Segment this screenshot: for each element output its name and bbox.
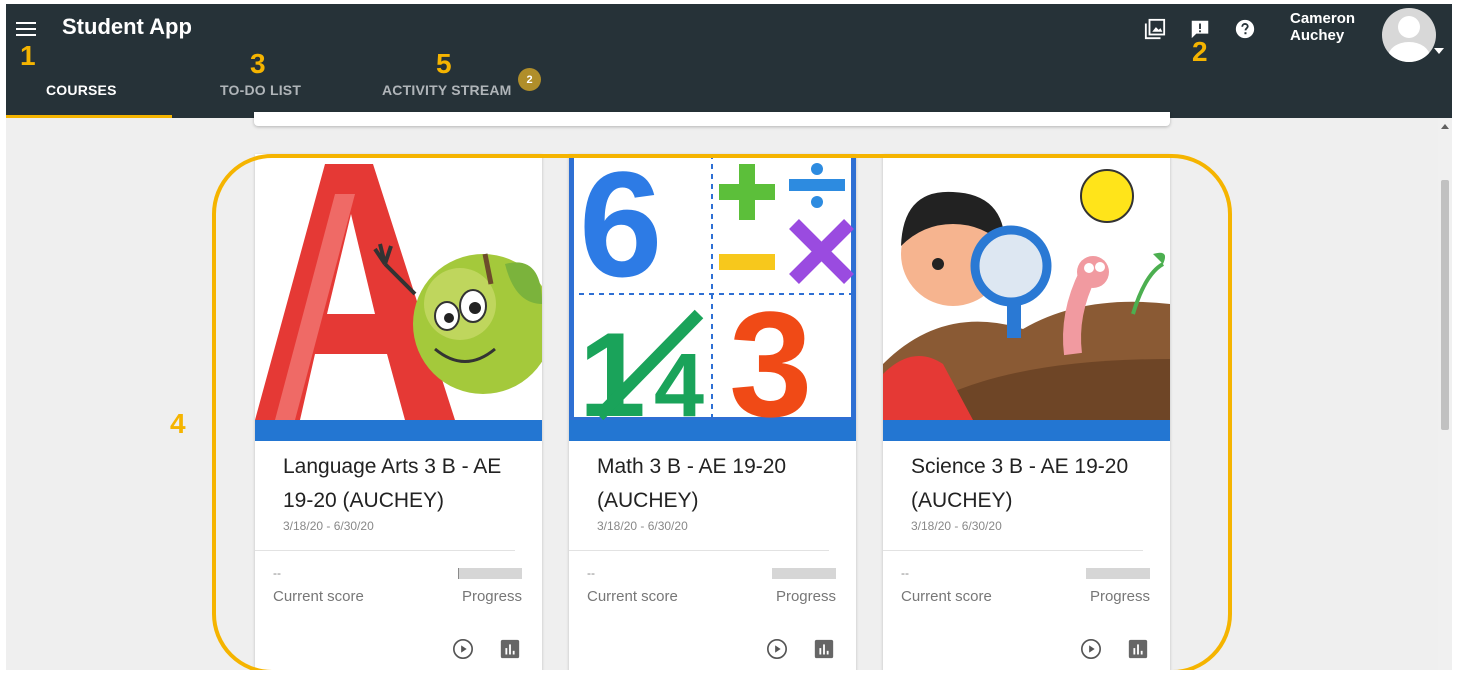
play-icon[interactable]: [1080, 638, 1102, 660]
current-score-label: Current score: [273, 588, 364, 605]
svg-text:4: 4: [654, 336, 704, 420]
app-title: Student App: [62, 14, 192, 39]
callout-4: 4: [170, 408, 186, 439]
course-dates: 3/18/20 - 6/30/20: [283, 519, 374, 533]
callout-1: 1: [20, 40, 36, 71]
course-image-language-arts: [255, 154, 542, 420]
tab-courses[interactable]: COURSES: [46, 82, 117, 98]
course-card-science[interactable]: Science 3 B - AE 19-20 (AUCHEY) 3/18/20 …: [883, 154, 1170, 670]
user-last-name: Auchey: [1290, 27, 1345, 44]
play-icon[interactable]: [766, 638, 788, 660]
course-color-bar: [569, 420, 856, 441]
current-score-value: --: [587, 566, 595, 580]
svg-text:3: 3: [729, 280, 812, 420]
account-dropdown-icon[interactable]: [1434, 48, 1444, 54]
callout-3: 3: [250, 48, 266, 79]
progress-fill: [458, 568, 460, 579]
card-divider: [883, 550, 1143, 551]
progress-label: Progress: [775, 588, 836, 605]
card-divider: [569, 550, 829, 551]
card-divider: [255, 550, 515, 551]
stats-icon[interactable]: [1127, 638, 1149, 660]
previous-card-edge: [254, 112, 1170, 126]
course-dates: 3/18/20 - 6/30/20: [597, 519, 688, 533]
course-image-science: [883, 154, 1170, 420]
callout-5: 5: [436, 48, 452, 79]
course-dates: 3/18/20 - 6/30/20: [911, 519, 1002, 533]
help-icon[interactable]: [1234, 18, 1256, 40]
user-name[interactable]: Cameron Auchey: [1290, 10, 1355, 44]
vertical-scrollbar[interactable]: [1438, 118, 1452, 670]
play-icon[interactable]: [452, 638, 474, 660]
current-score-label: Current score: [587, 588, 678, 605]
tab-todo-list[interactable]: TO-DO LIST: [220, 82, 301, 98]
stats-icon[interactable]: [499, 638, 521, 660]
app-bar: Student App COURSES TO-DO LIST ACTIVITY …: [6, 4, 1452, 118]
hamburger-menu-icon[interactable]: [16, 22, 36, 38]
avatar[interactable]: [1382, 8, 1436, 62]
current-score-value: --: [901, 566, 909, 580]
progress-bar: [458, 568, 522, 579]
current-score-value: --: [273, 566, 281, 580]
course-card-language-arts[interactable]: Language Arts 3 B - AE 19-20 (AUCHEY) 3/…: [255, 154, 542, 670]
progress-bar: [772, 568, 836, 579]
callout-2: 2: [1192, 36, 1208, 67]
course-title[interactable]: Math 3 B - AE 19-20 (AUCHEY): [597, 450, 837, 518]
progress-label: Progress: [1089, 588, 1150, 605]
course-title[interactable]: Science 3 B - AE 19-20 (AUCHEY): [911, 450, 1151, 518]
user-first-name: Cameron: [1290, 10, 1356, 27]
course-color-bar: [883, 420, 1170, 441]
tab-activity-stream[interactable]: ACTIVITY STREAM: [382, 82, 512, 98]
course-card-math[interactable]: 6 1 4 3 Math 3 B - AE 19-20 (AUCHEY) 3/1…: [569, 154, 856, 670]
scroll-thumb[interactable]: [1441, 180, 1449, 430]
progress-bar: [1086, 568, 1150, 579]
gallery-icon[interactable]: [1144, 18, 1166, 40]
app-window: Student App COURSES TO-DO LIST ACTIVITY …: [6, 4, 1452, 670]
stats-icon[interactable]: [813, 638, 835, 660]
course-title[interactable]: Language Arts 3 B - AE 19-20 (AUCHEY): [283, 450, 523, 518]
active-tab-indicator: [6, 115, 172, 118]
current-score-label: Current score: [901, 588, 992, 605]
svg-text:6: 6: [579, 154, 662, 308]
scroll-up-icon[interactable]: [1441, 124, 1449, 129]
course-image-math: 6 1 4 3: [569, 154, 856, 420]
course-color-bar: [255, 420, 542, 441]
progress-label: Progress: [461, 588, 522, 605]
activity-count-badge: 2: [518, 68, 541, 91]
